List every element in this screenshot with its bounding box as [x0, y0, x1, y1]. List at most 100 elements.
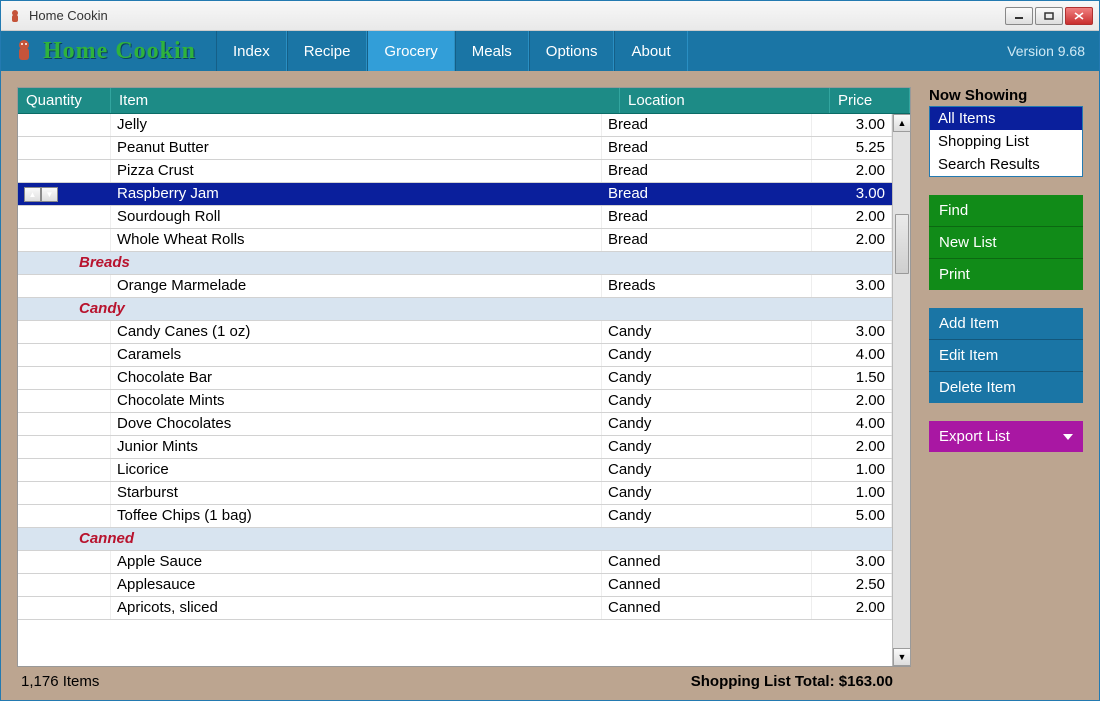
item-name: Jelly [111, 114, 602, 136]
table-panel: Quantity Item Location Price JellyBread3… [17, 87, 911, 690]
app-window: Home Cookin Home Cookin IndexRecipeGroce… [0, 0, 1100, 701]
item-location: Bread [602, 206, 812, 228]
table-row[interactable]: Dove ChocolatesCandy4.00 [18, 413, 892, 436]
add-item-button[interactable]: Add Item [929, 308, 1083, 340]
titlebar-title: Home Cookin [29, 8, 1005, 23]
menu-recipe[interactable]: Recipe [287, 31, 368, 71]
close-button[interactable] [1065, 7, 1093, 25]
item-location: Bread [602, 114, 812, 136]
item-location: Candy [602, 505, 812, 527]
item-price: 3.00 [812, 183, 892, 205]
find-button[interactable]: Find [929, 195, 1083, 227]
item-location: Bread [602, 160, 812, 182]
table-row[interactable]: ApplesauceCanned2.50 [18, 574, 892, 597]
item-price: 2.00 [812, 597, 892, 619]
table-row[interactable]: Pizza CrustBread2.00 [18, 160, 892, 183]
scroll-up-icon[interactable]: ▲ [893, 114, 911, 132]
scroll-thumb[interactable] [895, 214, 909, 274]
item-name: Sourdough Roll [111, 206, 602, 228]
item-location: Candy [602, 367, 812, 389]
table-row[interactable]: Apple SauceCanned3.00 [18, 551, 892, 574]
section-label: Canned [73, 528, 892, 550]
item-name: Apricots, sliced [111, 597, 602, 619]
item-price: 2.50 [812, 574, 892, 596]
menu-index[interactable]: Index [216, 31, 287, 71]
item-price: 2.00 [812, 229, 892, 251]
item-location: Candy [602, 390, 812, 412]
menu-about[interactable]: About [614, 31, 687, 71]
action-buttons-blue: Add ItemEdit ItemDelete Item [929, 308, 1083, 403]
table-row[interactable]: Junior MintsCandy2.00 [18, 436, 892, 459]
col-location[interactable]: Location [620, 88, 830, 113]
table-row[interactable]: JellyBread3.00 [18, 114, 892, 137]
item-location: Candy [602, 436, 812, 458]
table-row[interactable]: Sourdough RollBread2.00 [18, 206, 892, 229]
item-location: Candy [602, 459, 812, 481]
item-price: 2.00 [812, 160, 892, 182]
menu-grocery[interactable]: Grocery [367, 31, 454, 71]
qty-down-icon[interactable]: ▼ [41, 187, 58, 202]
titlebar: Home Cookin [1, 1, 1099, 31]
minimize-button[interactable] [1005, 7, 1033, 25]
section-header: Candy [18, 298, 892, 321]
item-name: Raspberry Jam [111, 183, 602, 205]
table-row[interactable]: Toffee Chips (1 bag)Candy5.00 [18, 505, 892, 528]
status-bar: 1,176 Items Shopping List Total: $163.00 [17, 667, 911, 690]
filter-all-items[interactable]: All Items [930, 107, 1082, 130]
menu-options[interactable]: Options [529, 31, 615, 71]
scrollbar[interactable]: ▲ ▼ [892, 114, 910, 666]
item-location: Canned [602, 597, 812, 619]
item-location: Bread [602, 137, 812, 159]
table-row[interactable]: Chocolate MintsCandy2.00 [18, 390, 892, 413]
item-location: Candy [602, 321, 812, 343]
item-location: Bread [602, 229, 812, 251]
menu-meals[interactable]: Meals [455, 31, 529, 71]
item-price: 4.00 [812, 413, 892, 435]
new-list-button[interactable]: New List [929, 227, 1083, 259]
table-header: Quantity Item Location Price [18, 88, 910, 114]
table-row[interactable]: ▲▼Raspberry JamBread3.00 [18, 183, 892, 206]
table-row[interactable]: Orange MarmeladeBreads3.00 [18, 275, 892, 298]
col-quantity[interactable]: Quantity [18, 88, 111, 113]
delete-item-button[interactable]: Delete Item [929, 372, 1083, 403]
item-price: 3.00 [812, 551, 892, 573]
table-row[interactable]: Apricots, slicedCanned2.00 [18, 597, 892, 620]
item-name: Apple Sauce [111, 551, 602, 573]
qty-up-icon[interactable]: ▲ [24, 187, 41, 202]
edit-item-button[interactable]: Edit Item [929, 340, 1083, 372]
item-name: Junior Mints [111, 436, 602, 458]
scroll-down-icon[interactable]: ▼ [893, 648, 911, 666]
item-name: Peanut Butter [111, 137, 602, 159]
table-row[interactable]: Chocolate BarCandy1.50 [18, 367, 892, 390]
table-row[interactable]: Candy Canes (1 oz)Candy3.00 [18, 321, 892, 344]
item-price: 3.00 [812, 114, 892, 136]
item-location: Candy [602, 482, 812, 504]
table-row[interactable]: CaramelsCandy4.00 [18, 344, 892, 367]
chevron-down-icon [1063, 434, 1073, 440]
item-price: 1.00 [812, 482, 892, 504]
item-price: 3.00 [812, 321, 892, 343]
table-row[interactable]: StarburstCandy1.00 [18, 482, 892, 505]
filter-title: Now Showing [929, 87, 1083, 104]
right-pane: Now Showing All ItemsShopping ListSearch… [929, 87, 1083, 690]
col-item[interactable]: Item [111, 88, 620, 113]
version-label: Version 9.68 [1007, 31, 1099, 71]
table-row[interactable]: Peanut ButterBread5.25 [18, 137, 892, 160]
logo-text: Home Cookin [43, 38, 196, 65]
item-location: Candy [602, 344, 812, 366]
col-price[interactable]: Price [830, 88, 910, 113]
filter-shopping-list[interactable]: Shopping List [930, 130, 1082, 153]
print-button[interactable]: Print [929, 259, 1083, 290]
item-location: Candy [602, 413, 812, 435]
item-name: Starburst [111, 482, 602, 504]
item-price: 5.00 [812, 505, 892, 527]
logo-area: Home Cookin [1, 31, 208, 71]
section-label: Breads [73, 252, 892, 274]
table-row[interactable]: LicoriceCandy1.00 [18, 459, 892, 482]
table-body: JellyBread3.00Peanut ButterBread5.25Pizz… [18, 114, 892, 666]
maximize-button[interactable] [1035, 7, 1063, 25]
table-row[interactable]: Whole Wheat RollsBread2.00 [18, 229, 892, 252]
export-list-button[interactable]: Export List [929, 421, 1083, 452]
item-price: 2.00 [812, 206, 892, 228]
filter-search-results[interactable]: Search Results [930, 153, 1082, 176]
